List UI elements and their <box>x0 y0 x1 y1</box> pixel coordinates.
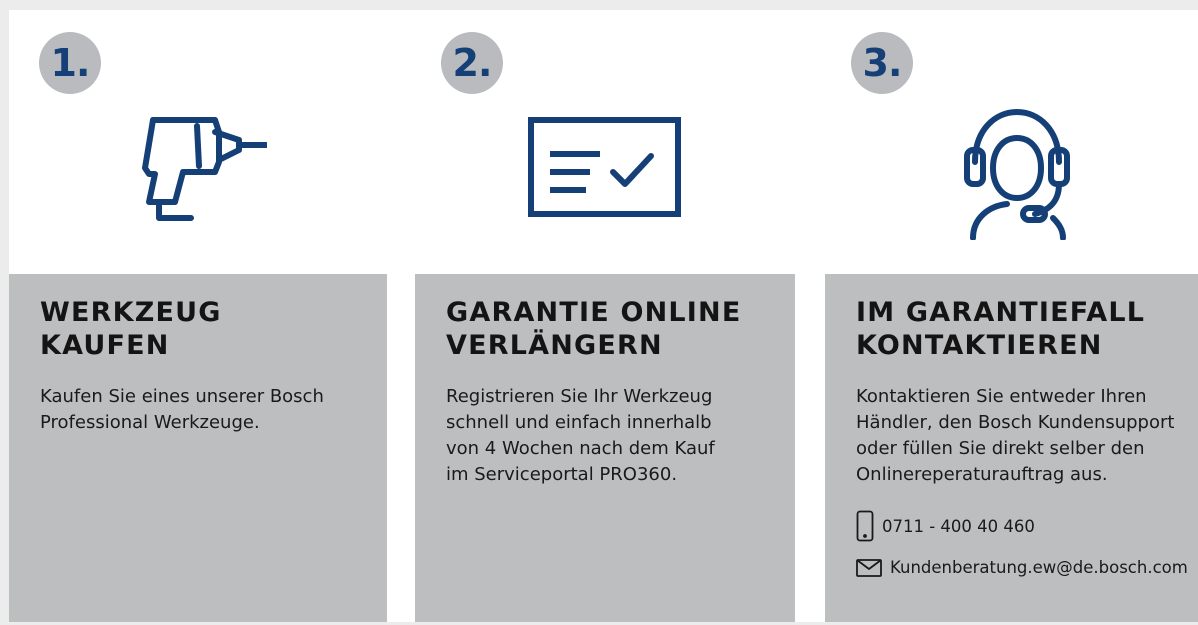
step-3-panel: IM GARANTIEFALL KONTAKTIEREN Kontaktiere… <box>825 274 1198 622</box>
step-3-text-line-1: Kontaktieren Sie entweder Ihren <box>856 386 1147 407</box>
step-2-title: GARANTIE ONLINE VERLÄNGERN <box>446 296 795 362</box>
phone-number[interactable]: 0711 - 400 40 460 <box>882 517 1035 536</box>
headset-agent-icon <box>957 106 1077 240</box>
step-1-text-line-1: Kaufen Sie eines unserer Bosch <box>40 386 324 407</box>
step-2-number-badge: 2. <box>441 32 503 94</box>
step-3-number: 3. <box>862 41 903 85</box>
step-1-title-line-1: WERKZEUG <box>40 297 222 328</box>
email-address[interactable]: Kundenberatung.ew@de.bosch.com <box>890 558 1188 577</box>
email-contact[interactable]: Kundenberatung.ew@de.bosch.com <box>856 558 1198 577</box>
step-1-number-badge: 1. <box>39 32 101 94</box>
step-2-title-line-2: VERLÄNGERN <box>446 330 663 361</box>
step-2-text-line-3: von 4 Wochen nach dem Kauf <box>446 438 715 459</box>
step-2-text-line-2: schnell und einfach innerhalb <box>446 412 712 433</box>
drill-icon <box>127 110 267 225</box>
step-3-title: IM GARANTIEFALL KONTAKTIEREN <box>856 296 1198 362</box>
step-3-number-badge: 3. <box>851 32 913 94</box>
step-1-panel: WERKZEUG KAUFEN Kaufen Sie eines unserer… <box>9 274 387 622</box>
smartphone-icon <box>856 510 874 542</box>
step-3-title-line-2: KONTAKTIEREN <box>856 330 1103 361</box>
step-1-title-line-2: KAUFEN <box>40 330 170 361</box>
step-2-text-line-4: im Serviceportal PRO360. <box>446 464 678 485</box>
step-3-title-line-1: IM GARANTIEFALL <box>856 297 1146 328</box>
step-1-number: 1. <box>50 41 91 85</box>
step-1-text-line-2: Professional Werkzeuge. <box>40 412 260 433</box>
step-3-text-line-3: oder füllen Sie direkt selber den <box>856 438 1145 459</box>
step-2-panel: GARANTIE ONLINE VERLÄNGERN Registrieren … <box>415 274 795 622</box>
envelope-icon <box>856 558 882 577</box>
step-3-text-line-2: Händler, den Bosch Kundensupport <box>856 412 1175 433</box>
step-1-description: Kaufen Sie eines unserer Bosch Professio… <box>40 384 387 436</box>
step-2-text-line-1: Registrieren Sie Ihr Werkzeug <box>446 386 713 407</box>
step-2-number: 2. <box>452 41 493 85</box>
phone-contact[interactable]: 0711 - 400 40 460 <box>856 510 1198 542</box>
certificate-check-icon <box>527 116 683 218</box>
step-3-description: Kontaktieren Sie entweder Ihren Händler,… <box>856 384 1198 488</box>
step-2-description: Registrieren Sie Ihr Werkzeug schnell un… <box>446 384 795 488</box>
step-1-title: WERKZEUG KAUFEN <box>40 296 387 362</box>
steps-infographic: 1. WERKZEUG KAUFEN Kaufen Sie eines unse… <box>9 10 1198 622</box>
step-3-text-line-4: Onlinereperaturauftrag aus. <box>856 464 1108 485</box>
step-2-title-line-1: GARANTIE ONLINE <box>446 297 742 328</box>
